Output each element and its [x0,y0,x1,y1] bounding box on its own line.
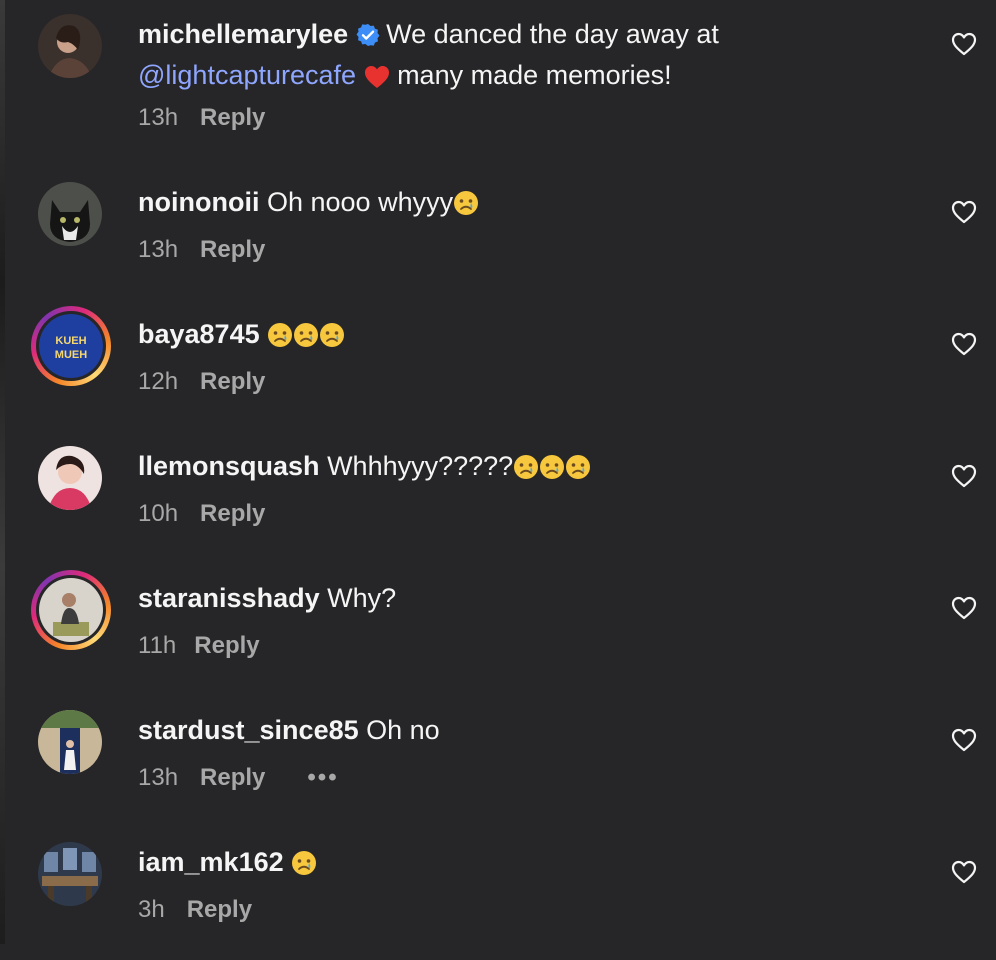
comment-time: 10h [138,500,179,527]
comment-time: 3h [138,896,165,923]
comment-meta: 10h Reply [138,499,265,529]
comment-username[interactable]: llemonsquash [138,451,320,481]
crying-face-icon [291,849,317,886]
comment-username[interactable]: stardust_since85 [138,715,359,745]
crying-face-icon [453,189,479,226]
comment-body: Oh nooo whyyy [266,187,454,217]
avatar: KUEH MUEH [36,311,106,381]
comment-text: noinonoii Oh nooo whyyy [138,184,898,226]
comment-text: stardust_since85 Oh no [138,712,898,749]
crying-face-icon [539,453,565,490]
comment-item: KUEH MUEH baya8745 12h Reply [0,300,996,432]
comment-username[interactable]: noinonoii [138,187,259,217]
heart-outline-icon[interactable] [951,32,977,56]
comment-item: michellemarylee We danced the day away at… [0,0,996,132]
reply-button[interactable]: Reply [194,632,259,659]
comment-item: llemonsquash Whhhyyy????? 10h Reply [0,432,996,564]
crying-face-icon [565,453,591,490]
comment-text: llemonsquash Whhhyyy????? [138,448,898,490]
avatar[interactable] [38,710,102,774]
comment-body: Why? [327,583,397,613]
avatar-text-1: KUEH [55,335,86,347]
crying-face-icon [267,321,293,358]
comment-body: Whhhyyy????? [327,451,514,481]
avatar[interactable] [38,842,102,906]
heart-outline-icon[interactable] [951,728,977,752]
comment-meta: 13h Reply ••• [138,763,339,793]
reply-button[interactable]: Reply [200,500,265,527]
heart-outline-icon[interactable] [951,596,977,620]
avatar[interactable] [38,182,102,246]
heart-outline-icon[interactable] [951,860,977,884]
comment-time: 12h [138,368,179,395]
comment-meta: 11h Reply [138,631,260,661]
crying-face-icon [293,321,319,358]
comment-username[interactable]: staranisshady [138,583,320,613]
crying-face-icon [513,453,539,490]
avatar-text-2: MUEH [55,349,87,361]
comment-item: staranisshady Why? 11h Reply [0,564,996,696]
red-heart-icon [364,62,390,99]
reply-button[interactable]: Reply [200,104,265,131]
reply-button[interactable]: Reply [200,236,265,263]
avatar-story-ring[interactable] [31,570,111,650]
comment-username[interactable]: iam_mk162 [138,847,284,877]
comment-body: Oh no [366,715,440,745]
reply-button[interactable]: Reply [200,764,265,791]
comment-text: iam_mk162 [138,844,898,886]
comment-meta: 13h Reply [138,103,265,133]
comment-list: michellemarylee We danced the day away at… [0,0,996,944]
comment-item: iam_mk162 3h Reply [0,828,996,960]
comment-meta: 3h Reply [138,895,252,925]
avatar [36,575,106,645]
comment-username[interactable]: baya8745 [138,319,260,349]
comment-item: noinonoii Oh nooo whyyy 13h Reply [0,168,996,300]
comment-username[interactable]: michellemarylee [138,19,348,49]
comment-time: 13h [138,764,179,791]
comment-item: stardust_since85 Oh no 13h Reply ••• [0,696,996,828]
comment-time: 11h [138,632,177,659]
more-options-button[interactable]: ••• [307,764,338,791]
reply-button[interactable]: Reply [200,368,265,395]
heart-outline-icon[interactable] [951,464,977,488]
comment-body: We danced the day away at [386,19,719,49]
avatar[interactable] [38,446,102,510]
comment-text: michellemarylee We danced the day away at… [138,16,898,99]
verified-badge-icon [356,20,380,57]
heart-outline-icon[interactable] [951,332,977,356]
avatar-story-ring[interactable]: KUEH MUEH [31,306,111,386]
heart-outline-icon[interactable] [951,200,977,224]
comment-time: 13h [138,236,179,263]
comment-body-cont: many made memories! [397,60,672,90]
crying-face-icon [319,321,345,358]
avatar[interactable] [38,14,102,78]
comment-text: staranisshady Why? [138,580,898,617]
reply-button[interactable]: Reply [187,896,252,923]
comment-meta: 13h Reply [138,235,265,265]
comment-time: 13h [138,104,179,131]
mention-link[interactable]: @lightcapturecafe [138,60,356,90]
comment-meta: 12h Reply [138,367,265,397]
comment-text: baya8745 [138,316,898,358]
